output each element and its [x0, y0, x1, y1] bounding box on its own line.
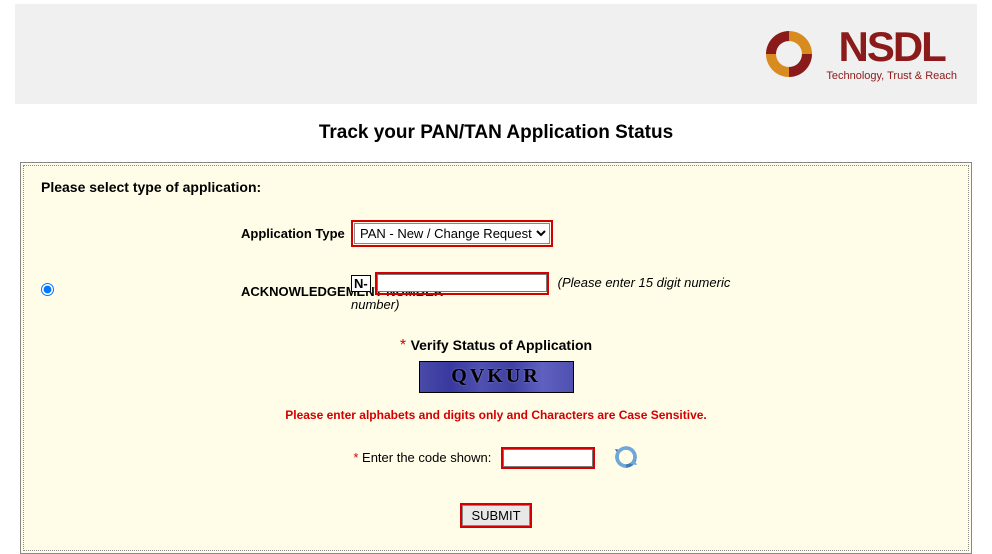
acknowledgement-row: ACKNOWLEDGEMENT NUMBER N- (Please enter … [41, 272, 951, 312]
captcha-code-input[interactable] [503, 449, 593, 467]
acknowledgement-radio[interactable] [41, 283, 54, 296]
acknowledgement-label: ACKNOWLEDGEMENT NUMBER [71, 284, 341, 299]
application-type-row: Application Type PAN - New / Change Requ… [41, 220, 951, 247]
captcha-text: QVKUR [420, 362, 573, 392]
code-label: Enter the code shown: [362, 449, 491, 464]
submit-button[interactable]: SUBMIT [462, 505, 529, 526]
logo-tagline: Technology, Trust & Reach [826, 70, 957, 82]
acknowledgement-input[interactable] [377, 274, 547, 292]
application-type-select[interactable]: PAN - New / Change Request [354, 223, 550, 244]
logo-text: NSDL [839, 26, 945, 68]
captcha-hint: Please enter alphabets and digits only a… [41, 408, 951, 422]
ack-hint-part1: (Please enter 15 digit numeric [558, 275, 731, 290]
nsdl-logo-icon [760, 25, 818, 83]
page-header: NSDL Technology, Trust & Reach [15, 4, 977, 104]
ack-prefix: N- [351, 275, 371, 292]
form-panel: Please select type of application: Appli… [20, 162, 972, 554]
refresh-captcha-icon[interactable] [613, 444, 639, 473]
instruction-text: Please select type of application: [41, 179, 951, 195]
captcha-section: * Verify Status of Application QVKUR Ple… [41, 337, 951, 528]
application-type-label: Application Type [71, 226, 341, 241]
logo: NSDL Technology, Trust & Reach [760, 25, 957, 83]
ack-hint-part2: number) [351, 297, 951, 312]
captcha-label: Verify Status of Application [411, 337, 593, 353]
captcha-image: QVKUR [419, 361, 574, 393]
page-title: Track your PAN/TAN Application Status [0, 122, 992, 144]
